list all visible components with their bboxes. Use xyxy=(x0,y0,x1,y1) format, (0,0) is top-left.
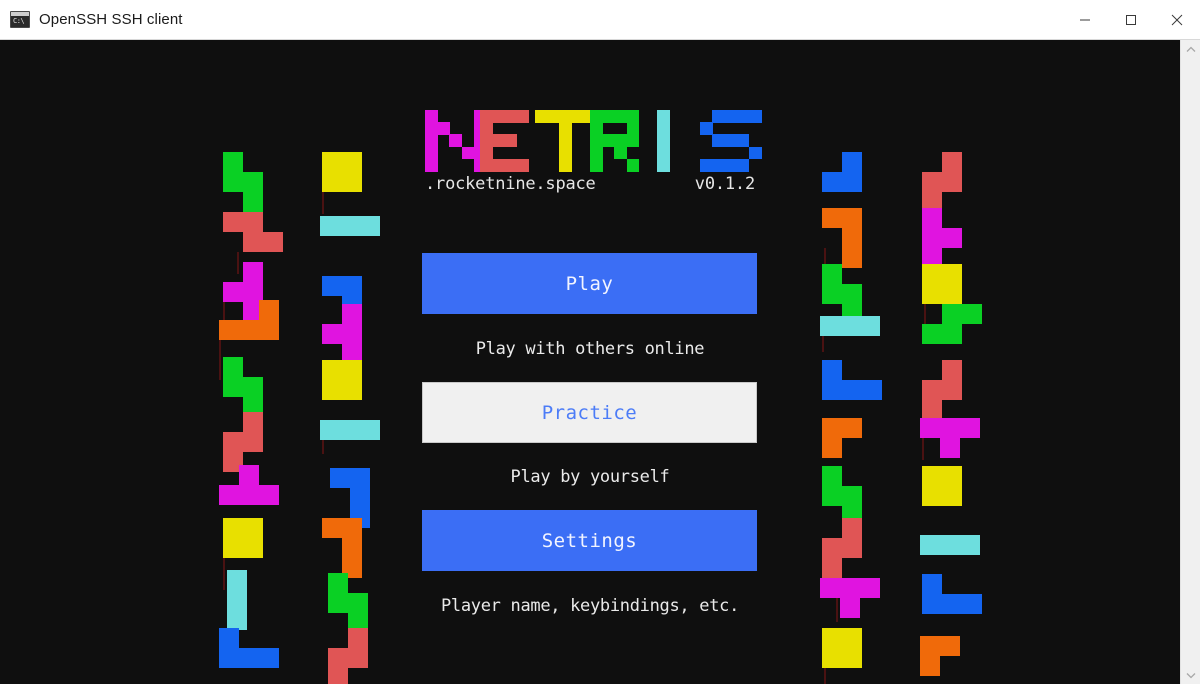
tetromino-trail xyxy=(922,438,924,460)
scrollbar-track[interactable] xyxy=(1181,58,1200,666)
title-bar[interactable]: OpenSSH SSH client xyxy=(0,0,1200,40)
maximize-button[interactable] xyxy=(1108,0,1154,40)
logo-letter-r xyxy=(590,110,640,172)
window-controls xyxy=(1062,0,1200,40)
play-caption: Play with others online xyxy=(475,339,705,359)
close-button[interactable] xyxy=(1154,0,1200,40)
tetromino-trail xyxy=(836,598,838,622)
practice-button[interactable]: Practice xyxy=(422,382,757,443)
tetromino-trail xyxy=(322,192,324,214)
tetromino-trail xyxy=(822,336,824,352)
tetromino-trail xyxy=(322,440,324,454)
tetromino-trail xyxy=(824,668,826,684)
terminal-canvas[interactable]: .rocketnine.space v0.1.2 Play Play with … xyxy=(0,40,1180,684)
vertical-scrollbar[interactable] xyxy=(1180,40,1200,684)
logo-letter-t xyxy=(535,110,597,172)
tetromino-trail xyxy=(237,252,239,274)
window-title: OpenSSH SSH client xyxy=(39,11,183,28)
tetromino-trail xyxy=(924,304,926,326)
settings-caption: Player name, keybindings, etc. xyxy=(440,596,740,616)
practice-caption: Play by yourself xyxy=(510,467,670,487)
logo-letter-i xyxy=(645,110,693,172)
play-button[interactable]: Play xyxy=(422,253,757,314)
version-label: v0.1.2 xyxy=(694,174,755,194)
logo-subtitle: .rocketnine.space v0.1.2 xyxy=(420,173,760,195)
tetromino-trail xyxy=(219,340,221,380)
logo-letter-n xyxy=(425,110,487,172)
site-label: .rocketnine.space xyxy=(425,174,596,194)
chevron-up-icon[interactable] xyxy=(1181,40,1200,58)
console-icon xyxy=(10,11,30,28)
app-window: OpenSSH SSH client .rocketnine.space v0.… xyxy=(0,0,1200,684)
netris-logo xyxy=(420,110,762,176)
menu-column: .rocketnine.space v0.1.2 Play Play with … xyxy=(420,40,762,684)
logo-letter-e xyxy=(480,110,530,172)
settings-button[interactable]: Settings xyxy=(422,510,757,571)
minimize-button[interactable] xyxy=(1062,0,1108,40)
chevron-down-icon[interactable] xyxy=(1181,666,1200,684)
logo-letter-s xyxy=(700,110,762,172)
tetromino-trail xyxy=(223,558,225,590)
